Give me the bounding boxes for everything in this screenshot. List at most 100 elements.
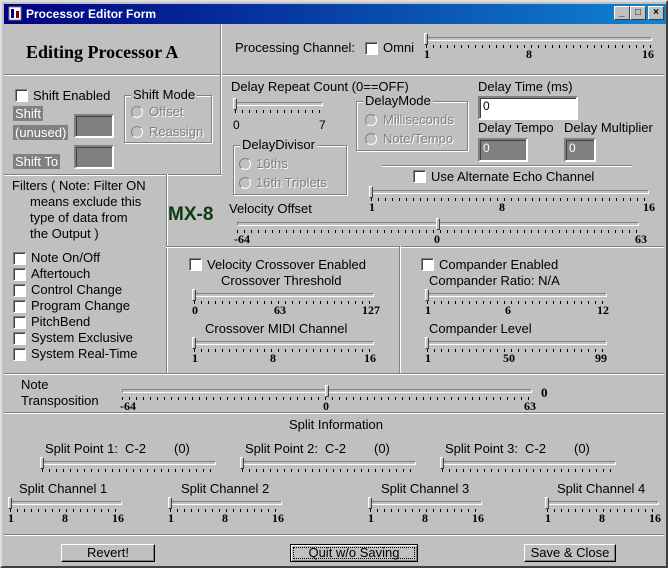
minimize-button[interactable]: _ (614, 6, 630, 20)
filter-checkbox[interactable] (13, 284, 26, 297)
compander-enabled-checkbox[interactable] (421, 258, 434, 271)
shift-label: Shift (13, 106, 44, 121)
delay-repeat-count-slider[interactable]: 0 7 (233, 98, 326, 132)
tick-label: 99 (595, 351, 607, 365)
delay-multiplier-field[interactable]: 0 (564, 138, 596, 162)
slider-ticks (426, 45, 652, 48)
shift-mode-legend: Shift Mode (131, 87, 198, 102)
omni-checkbox[interactable] (365, 42, 378, 55)
editing-processor-heading: Editing Processor A (26, 42, 179, 62)
triplets-radio[interactable] (239, 177, 251, 189)
note-tempo-label: Note/Tempo (383, 131, 454, 146)
milliseconds-radio[interactable] (365, 114, 377, 126)
filter-checkbox[interactable] (13, 348, 26, 361)
slider-thumb[interactable] (192, 289, 196, 301)
tick-label: 1 (368, 511, 374, 525)
filter-label: Note On/Off (31, 250, 101, 265)
tick-label: 1 (8, 511, 14, 525)
slider-thumb[interactable] (168, 497, 172, 509)
tick-label: 16 (642, 47, 654, 61)
slider-ticks (427, 301, 607, 304)
tick-label: 16 (272, 511, 284, 525)
crossover-midi-channel-slider[interactable]: 1 8 16 (192, 337, 376, 365)
separator (4, 534, 664, 536)
slider-track (371, 190, 649, 194)
filter-checkbox[interactable] (13, 252, 26, 265)
crossover-threshold-slider[interactable]: 0 63 127 (192, 289, 380, 317)
separator (220, 24, 222, 74)
slider-thumb[interactable] (325, 385, 329, 397)
mx8-logo: MX-8 (168, 204, 214, 225)
shift-field[interactable] (74, 114, 114, 138)
slider-track (242, 461, 416, 465)
echo-channel-slider[interactable]: 1 8 16 (369, 186, 655, 214)
slider-track (442, 461, 616, 465)
split-channel-slider[interactable]: 1 8 16 (8, 497, 124, 525)
slider-thumb[interactable] (240, 457, 244, 469)
tick-label: 0 (192, 303, 198, 317)
slider-thumb[interactable] (425, 289, 429, 301)
delay-tempo-field[interactable]: 0 (478, 138, 528, 162)
shift-to-field[interactable] (74, 145, 114, 169)
close-icon: × (653, 7, 659, 18)
save-and-close-button[interactable]: Save & Close (524, 544, 616, 562)
delay-time-label: Delay Time (ms) (478, 79, 573, 94)
compander-ratio-slider[interactable]: 1 6 12 (425, 289, 609, 317)
filter-checkbox[interactable] (13, 332, 26, 345)
slider-thumb[interactable] (424, 33, 428, 45)
filter-checkbox[interactable] (13, 268, 26, 281)
note-tempo-radio[interactable] (365, 133, 377, 145)
delay-time-field[interactable]: 0 (478, 96, 578, 120)
slider-thumb[interactable] (440, 457, 444, 469)
filters-note-line: Filters ( Note: Filter ON (12, 178, 146, 193)
filters-note-line: type of data from (30, 210, 128, 225)
split-information-title: Split Information (289, 417, 383, 432)
triplets-label: 16th Triplets (256, 175, 327, 190)
tick-label: 63 (524, 399, 536, 413)
velocity-crossover-checkbox[interactable] (189, 258, 202, 271)
tick-label: 127 (362, 303, 380, 317)
alternate-echo-checkbox[interactable] (413, 170, 426, 183)
tick-label: 1 (425, 303, 431, 317)
quit-without-saving-button[interactable]: Quit w/o Saving (290, 544, 418, 562)
filter-label: Program Change (31, 298, 130, 313)
tick-label: 8 (62, 511, 68, 525)
split-channel-slider[interactable]: 1 8 16 (168, 497, 284, 525)
shift-enabled-checkbox[interactable] (15, 89, 28, 102)
velocity-offset-slider[interactable]: -64 0 63 (234, 218, 647, 246)
filter-checkbox[interactable] (13, 316, 26, 329)
tick-label: 16 (643, 200, 655, 214)
slider-track (547, 501, 659, 505)
slider-thumb[interactable] (436, 218, 440, 230)
revert-button[interactable]: Revert! (61, 544, 155, 562)
compander-level-label: Compander Level (429, 321, 532, 336)
delay-tempo-label: Delay Tempo (478, 120, 554, 135)
slider-thumb[interactable] (369, 186, 373, 198)
close-button[interactable]: × (648, 6, 664, 20)
compander-level-slider[interactable]: 1 50 99 (425, 337, 607, 365)
tick-label: 1 (425, 351, 431, 365)
maximize-button[interactable]: □ (630, 6, 646, 20)
slider-ticks (442, 469, 616, 472)
tick-label: 8 (526, 47, 532, 61)
slider-thumb[interactable] (233, 98, 237, 110)
slider-thumb[interactable] (368, 497, 372, 509)
sixteenths-radio[interactable] (239, 158, 251, 170)
slider-ticks (242, 469, 416, 472)
slider-thumb[interactable] (425, 337, 429, 349)
slider-thumb[interactable] (8, 497, 12, 509)
title-bar[interactable]: Processor Editor Form _ □ × (4, 4, 666, 24)
transposition-value: 0 (541, 385, 548, 400)
tick-label: 8 (599, 511, 605, 525)
slider-thumb[interactable] (545, 497, 549, 509)
slider-thumb[interactable] (40, 457, 44, 469)
offset-radio[interactable] (131, 106, 143, 118)
reassign-radio[interactable] (131, 126, 143, 138)
note-transposition-slider[interactable]: -64 0 63 (120, 385, 536, 413)
split-channel-slider[interactable]: 1 8 16 (368, 497, 484, 525)
filter-checkbox[interactable] (13, 300, 26, 313)
processing-channel-slider[interactable]: 1 8 16 (424, 33, 654, 61)
slider-thumb[interactable] (192, 337, 196, 349)
shift-unused-label: (unused) (13, 125, 69, 140)
split-channel-slider[interactable]: 1 8 16 (545, 497, 661, 525)
